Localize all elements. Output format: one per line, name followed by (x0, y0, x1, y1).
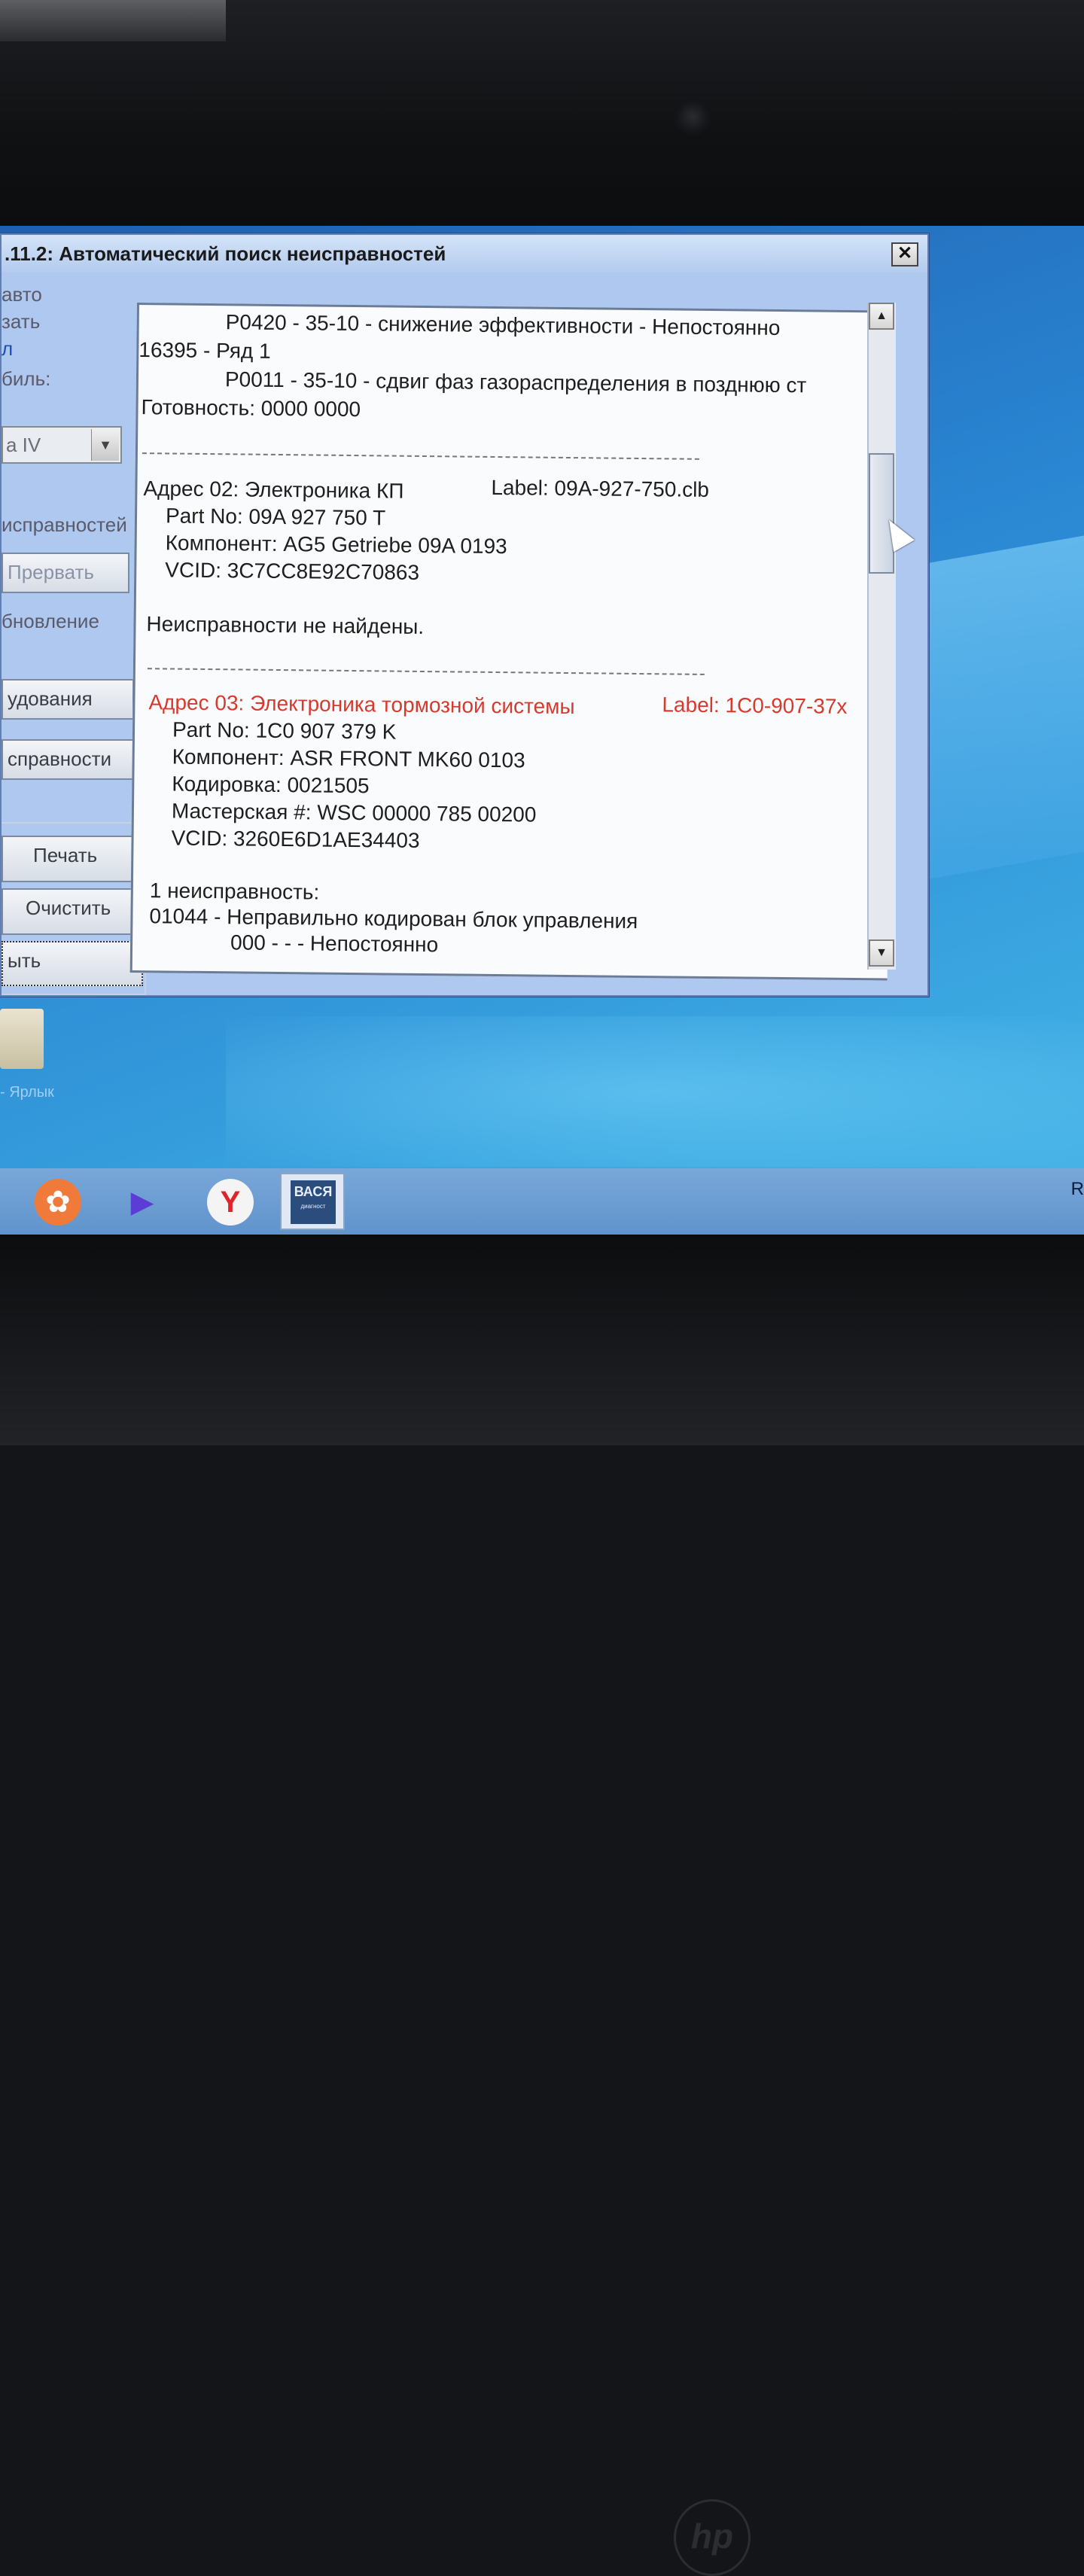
desktop-screen: - Ярлык .11.2: Автоматический поиск неис… (0, 226, 1084, 1235)
module-03-workshop: Мастерская #: WSC 00000 785 00200 (171, 799, 537, 827)
abort-button[interactable]: Прервать (2, 553, 129, 593)
label-auto: авто (2, 283, 42, 306)
fault-line-16395: 16395 - Ряд 1 (139, 338, 271, 363)
fault-line-p0011: P0011 - 35-10 - сдвиг фаз газораспределе… (224, 367, 807, 397)
faults-button[interactable]: справности (2, 739, 137, 780)
close-dialog-button[interactable]: ыть (2, 941, 143, 986)
separator (147, 668, 705, 675)
vasya-diagnostic-taskbar-button[interactable]: ВАСЯ диагност (280, 1173, 345, 1230)
module-03-part: Part No: 1C0 907 379 K (172, 717, 397, 744)
print-button[interactable]: Печать (2, 836, 140, 882)
scroll-up-icon[interactable]: ▲ (869, 303, 894, 330)
module-03-component: Компонент: ASR FRONT MK60 0103 (172, 744, 525, 772)
scroll-thumb[interactable] (869, 453, 894, 574)
module-02-status: Неисправности не найдены. (146, 612, 425, 639)
laptop-bezel-bottom: hp (0, 1235, 1084, 2576)
car-model-value: а IV (6, 434, 41, 456)
clear-button[interactable]: Очистить (2, 888, 143, 935)
chevron-down-icon[interactable]: ▼ (91, 429, 119, 461)
car-model-select[interactable]: а IV ▼ (2, 426, 122, 464)
fault-line-p0420: P0420 - 35-10 - снижение эффективности -… (225, 310, 781, 340)
wallpaper-glow (226, 1016, 1084, 1167)
module-02-vcid: VCID: 3C7CC8E92C70863 (165, 558, 420, 584)
desktop-shortcut-icon[interactable] (0, 1009, 44, 1069)
label-faults: исправностей (2, 513, 127, 536)
equipment-button[interactable]: удования (2, 679, 134, 720)
bezel-highlight (0, 0, 226, 41)
scroll-down-icon[interactable]: ▼ (869, 939, 894, 967)
desktop-shortcut-label: - Ярлык (0, 1084, 54, 1101)
module-03-vcid: VCID: 3260E6D1AE34403 (171, 826, 420, 852)
label-car: биль: (2, 367, 51, 390)
auto-scan-window: .11.2: Автоматический поиск неисправност… (0, 233, 929, 997)
vasya-name: ВАСЯ (294, 1184, 333, 1199)
scan-results-textarea[interactable]: P0420 - 35-10 - снижение эффективности -… (129, 303, 894, 981)
link-text[interactable]: л (2, 337, 13, 361)
readiness-line: Готовность: 0000 0000 (141, 395, 361, 422)
module-02-label: Label: 09A-927-750.clb (491, 475, 710, 501)
left-control-panel: авто зать л биль: а IV ▼ исправностей Пр… (2, 273, 146, 995)
taskbar-tray-text: R (1070, 1179, 1084, 1199)
laptop-bezel-top (0, 0, 1084, 226)
module-03-fault-detail: 000 - - - Непостоянно (230, 930, 439, 957)
module-03-fault-count: 1 неисправность: (149, 878, 320, 904)
vasya-subtitle: диагност (300, 1203, 326, 1210)
taskbar: ✿ ▶ Y ВАСЯ диагност R (0, 1168, 1084, 1235)
module-02-part: Part No: 09A 927 750 T (165, 504, 386, 530)
module-02-component: Компонент: AG5 Getriebe 09A 0193 (165, 531, 507, 559)
film-reel-icon[interactable]: ✿ (35, 1179, 81, 1226)
separator (142, 452, 699, 460)
module-03-label: Label: 1C0-907-37x (662, 693, 848, 718)
webcam (674, 98, 711, 135)
media-player-icon[interactable]: ▶ (119, 1179, 166, 1226)
results-scrollbar[interactable]: ▲ ▼ (867, 303, 896, 970)
hp-logo: hp (674, 2499, 751, 2576)
vasya-diagnostic-icon: ВАСЯ диагност (291, 1180, 336, 1224)
window-titlebar[interactable]: .11.2: Автоматический поиск неисправност… (2, 235, 927, 273)
yandex-browser-icon[interactable]: Y (207, 1179, 254, 1226)
module-03-fault-code: 01044 - Неправильно кодирован блок управ… (149, 904, 638, 933)
windows-logo-wallpaper (926, 535, 1084, 880)
label-update: бновление (2, 610, 99, 632)
module-03-address: Адрес 03: Электроника тормозной системы (148, 690, 575, 719)
module-02-address: Адрес 02: Электроника КП (143, 477, 404, 503)
close-button[interactable]: ✕ (891, 242, 918, 266)
label-save: зать (2, 310, 41, 333)
window-title: .11.2: Автоматический поиск неисправност… (5, 242, 446, 265)
module-03-coding: Кодировка: 0021505 (172, 772, 370, 798)
